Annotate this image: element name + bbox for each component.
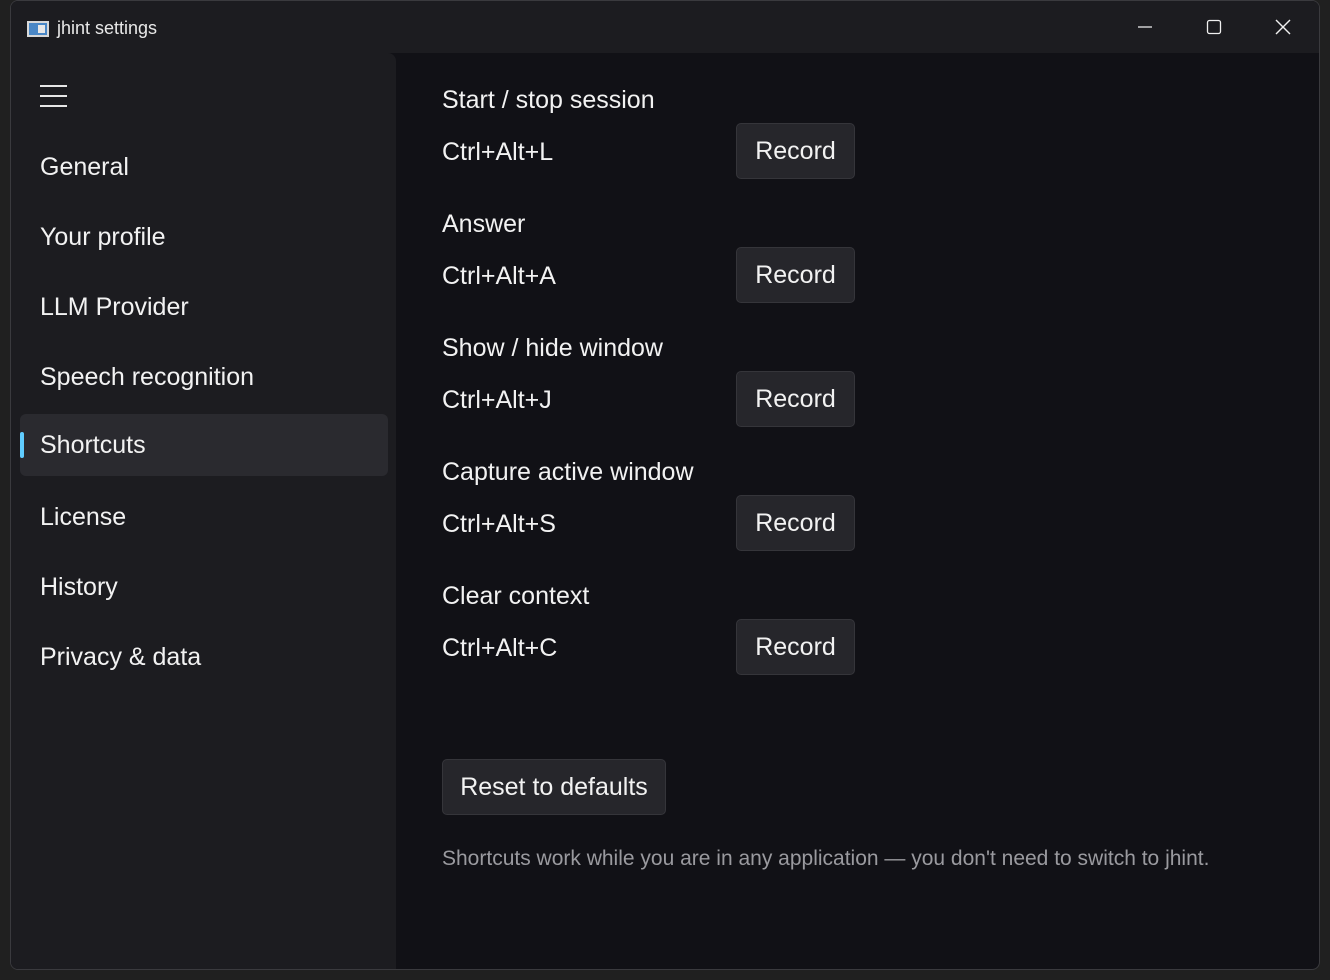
sidebar-item-history[interactable]: History — [20, 556, 388, 618]
close-icon — [1275, 19, 1291, 35]
reset-to-defaults-button[interactable]: Reset to defaults — [442, 759, 666, 815]
sidebar-item-label: Your profile — [40, 222, 166, 251]
maximize-icon — [1206, 19, 1222, 35]
sidebar-item-general[interactable]: General — [20, 136, 388, 198]
sidebar-item-license[interactable]: License — [20, 486, 388, 548]
record-button-capture[interactable]: Record — [736, 495, 855, 551]
minimize-icon — [1138, 26, 1152, 28]
sidebar: General Your profile LLM Provider Speech… — [11, 53, 396, 969]
sidebar-item-label: License — [40, 502, 127, 531]
title-bar: jhint settings — [11, 1, 1319, 53]
close-button[interactable] — [1249, 1, 1317, 53]
record-button-start-stop[interactable]: Record — [736, 123, 855, 179]
sidebar-item-label: Speech recognition — [40, 362, 255, 391]
active-indicator — [20, 432, 24, 458]
sidebar-item-shortcuts[interactable]: Shortcuts — [20, 414, 388, 476]
app-window-icon — [27, 21, 49, 37]
sidebar-item-label: LLM Provider — [40, 292, 189, 321]
record-button-show-hide[interactable]: Record — [736, 371, 855, 427]
sidebar-item-privacy-data[interactable]: Privacy & data — [20, 626, 388, 688]
sidebar-item-label: General — [40, 152, 129, 181]
sidebar-item-label: Privacy & data — [40, 642, 202, 671]
shortcut-key: Ctrl+Alt+A — [442, 262, 556, 290]
hamburger-menu-icon[interactable] — [40, 85, 68, 107]
record-button-clear-context[interactable]: Record — [736, 619, 855, 675]
shortcuts-panel: Start / stop session Ctrl+Alt+L Record A… — [396, 53, 1319, 969]
settings-window: jhint settings General Your profile LLM … — [10, 0, 1320, 970]
record-button-answer[interactable]: Record — [736, 247, 855, 303]
shortcut-title: Show / hide window — [442, 334, 663, 362]
shortcut-title: Clear context — [442, 582, 590, 610]
window-title: jhint settings — [57, 18, 158, 38]
shortcut-title: Answer — [442, 210, 526, 238]
shortcuts-footnote: Shortcuts work while you are in any appl… — [442, 847, 1210, 870]
maximize-button[interactable] — [1180, 1, 1248, 53]
shortcut-key: Ctrl+Alt+C — [442, 634, 558, 662]
sidebar-item-llm-provider[interactable]: LLM Provider — [20, 276, 388, 338]
minimize-button[interactable] — [1111, 1, 1179, 53]
shortcut-key: Ctrl+Alt+S — [442, 510, 556, 538]
shortcut-title: Capture active window — [442, 458, 694, 486]
shortcut-key: Ctrl+Alt+L — [442, 138, 554, 166]
sidebar-item-label: Shortcuts — [40, 430, 146, 459]
sidebar-item-your-profile[interactable]: Your profile — [20, 206, 388, 268]
shortcut-title: Start / stop session — [442, 86, 655, 114]
shortcut-key: Ctrl+Alt+J — [442, 386, 552, 414]
sidebar-item-label: History — [40, 572, 118, 601]
sidebar-item-speech-recognition[interactable]: Speech recognition — [20, 346, 388, 408]
